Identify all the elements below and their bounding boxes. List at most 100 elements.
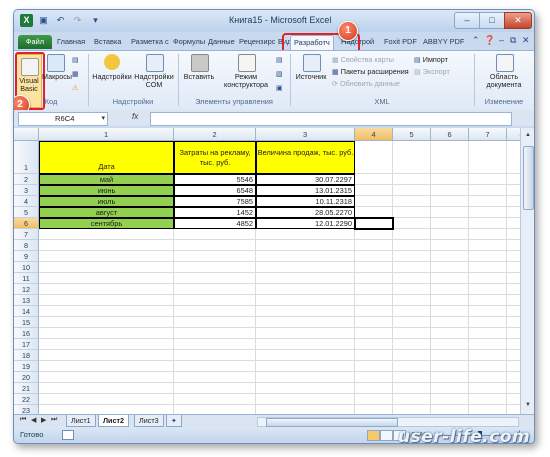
vertical-scrollbar[interactable]: ▲ ▼ [520, 128, 534, 414]
table-cell-month[interactable]: июнь [39, 185, 174, 196]
grid-cell[interactable] [393, 339, 431, 350]
grid-cell[interactable] [469, 284, 507, 295]
tab-foxit-pdf[interactable]: Foxit PDF [384, 35, 417, 49]
row-header[interactable]: 8 [14, 240, 39, 251]
grid-cell[interactable] [174, 317, 256, 328]
grid-cell[interactable] [355, 141, 393, 174]
grid-cell[interactable] [469, 317, 507, 328]
row-header[interactable]: 6 [14, 218, 39, 229]
grid-cell[interactable] [256, 306, 355, 317]
horizontal-scrollbar[interactable] [257, 417, 519, 427]
properties-icon[interactable]: ▤ [276, 55, 283, 64]
table-cell-sales[interactable]: 13.01.2315 [256, 185, 355, 196]
export-button[interactable]: ▤ Экспорт [414, 67, 450, 76]
grid-cell[interactable] [393, 207, 431, 218]
grid-cell[interactable] [469, 339, 507, 350]
sheet-tab-1[interactable]: Лист1 [66, 415, 96, 427]
worksheet-grid[interactable]: 1 2 3 4 5 6 7 8 Дата Затраты на рекламу,… [14, 128, 520, 414]
grid-cell[interactable] [256, 383, 355, 394]
chevron-down-icon[interactable]: ▾ [101, 113, 105, 125]
grid-cell[interactable] [355, 317, 393, 328]
record-macro-icon[interactable]: ▤ [72, 55, 79, 64]
column-header[interactable]: 1 [39, 128, 174, 141]
grid-cell[interactable] [507, 229, 520, 240]
grid-cell[interactable] [256, 262, 355, 273]
grid-cell[interactable] [355, 328, 393, 339]
map-properties-button[interactable]: ▦ Свойства карты [332, 55, 394, 64]
column-header[interactable]: 5 [393, 128, 431, 141]
help-icon[interactable]: ❓ [484, 35, 495, 46]
column-header[interactable]: 6 [431, 128, 469, 141]
grid-cell[interactable] [393, 174, 431, 185]
grid-cell[interactable] [431, 273, 469, 284]
grid-cell[interactable] [469, 383, 507, 394]
grid-cell[interactable] [507, 383, 520, 394]
grid-cell[interactable] [469, 174, 507, 185]
tab-data[interactable]: Данные [208, 35, 235, 49]
grid-cell[interactable] [174, 339, 256, 350]
grid-cell[interactable] [431, 328, 469, 339]
grid-cell[interactable] [174, 372, 256, 383]
grid-cell[interactable] [469, 207, 507, 218]
grid-cell[interactable] [39, 284, 174, 295]
grid-cell[interactable] [174, 394, 256, 405]
grid-cell[interactable] [507, 141, 520, 174]
row-header[interactable]: 1 [14, 141, 39, 174]
grid-cell[interactable] [469, 185, 507, 196]
grid-cell[interactable] [431, 284, 469, 295]
sheet-tab-3[interactable]: Лист3 [134, 415, 164, 427]
grid-cell[interactable] [39, 361, 174, 372]
grid-cell[interactable] [431, 196, 469, 207]
table-cell-month[interactable]: сентябрь [39, 218, 174, 229]
grid-cell[interactable] [355, 361, 393, 372]
grid-cell[interactable] [393, 229, 431, 240]
grid-cell[interactable] [431, 174, 469, 185]
row-header[interactable]: 14 [14, 306, 39, 317]
table-cell-costs[interactable]: 6548 [174, 185, 256, 196]
grid-cell[interactable] [355, 284, 393, 295]
grid-cell[interactable] [39, 372, 174, 383]
sheet-tab-2[interactable]: Лист2 [98, 415, 129, 427]
page-layout-view-icon[interactable] [380, 430, 393, 441]
grid-cell[interactable] [355, 306, 393, 317]
grid-cell[interactable] [507, 361, 520, 372]
grid-cell[interactable] [174, 251, 256, 262]
grid-cell[interactable] [39, 262, 174, 273]
grid-cell[interactable] [469, 251, 507, 262]
macro-security-icon[interactable]: ⚠ [72, 83, 78, 92]
grid-cell[interactable] [507, 196, 520, 207]
undo-icon[interactable]: ↶ [54, 14, 67, 27]
grid-cell[interactable] [431, 141, 469, 174]
grid-cell[interactable] [431, 350, 469, 361]
grid-cell[interactable] [39, 273, 174, 284]
grid-cell[interactable] [469, 350, 507, 361]
grid-cell[interactable] [507, 295, 520, 306]
maximize-button[interactable]: □ [479, 12, 505, 29]
grid-cell[interactable] [355, 240, 393, 251]
relative-refs-icon[interactable]: ▦ [72, 69, 79, 78]
last-sheet-icon[interactable]: ⏭ [51, 416, 57, 424]
grid-cell[interactable] [431, 240, 469, 251]
insert-control-button[interactable]: Вставить [182, 54, 216, 94]
grid-cell[interactable] [256, 229, 355, 240]
grid-cell[interactable] [174, 240, 256, 251]
grid-cell[interactable] [393, 240, 431, 251]
grid-cell[interactable] [355, 383, 393, 394]
grid-cell[interactable] [431, 229, 469, 240]
design-mode-button[interactable]: Режим конструктора [218, 54, 274, 94]
grid-cell[interactable] [256, 317, 355, 328]
grid-cell[interactable] [469, 361, 507, 372]
close-button[interactable]: ✕ [504, 12, 532, 29]
minimize-button[interactable]: – [454, 12, 480, 29]
grid-cell[interactable] [174, 361, 256, 372]
import-button[interactable]: ▤ Импорт [414, 55, 448, 64]
doc-restore-icon[interactable]: ⧉ [510, 35, 516, 46]
grid-cell[interactable] [39, 306, 174, 317]
redo-icon[interactable]: ↷ [72, 14, 83, 27]
grid-cell[interactable] [174, 273, 256, 284]
document-panel-button[interactable]: Область документа [477, 54, 531, 94]
grid-cell[interactable] [355, 174, 393, 185]
grid-cell[interactable] [174, 262, 256, 273]
grid-cell[interactable] [355, 229, 393, 240]
table-cell-costs[interactable]: 7585 [174, 196, 256, 207]
